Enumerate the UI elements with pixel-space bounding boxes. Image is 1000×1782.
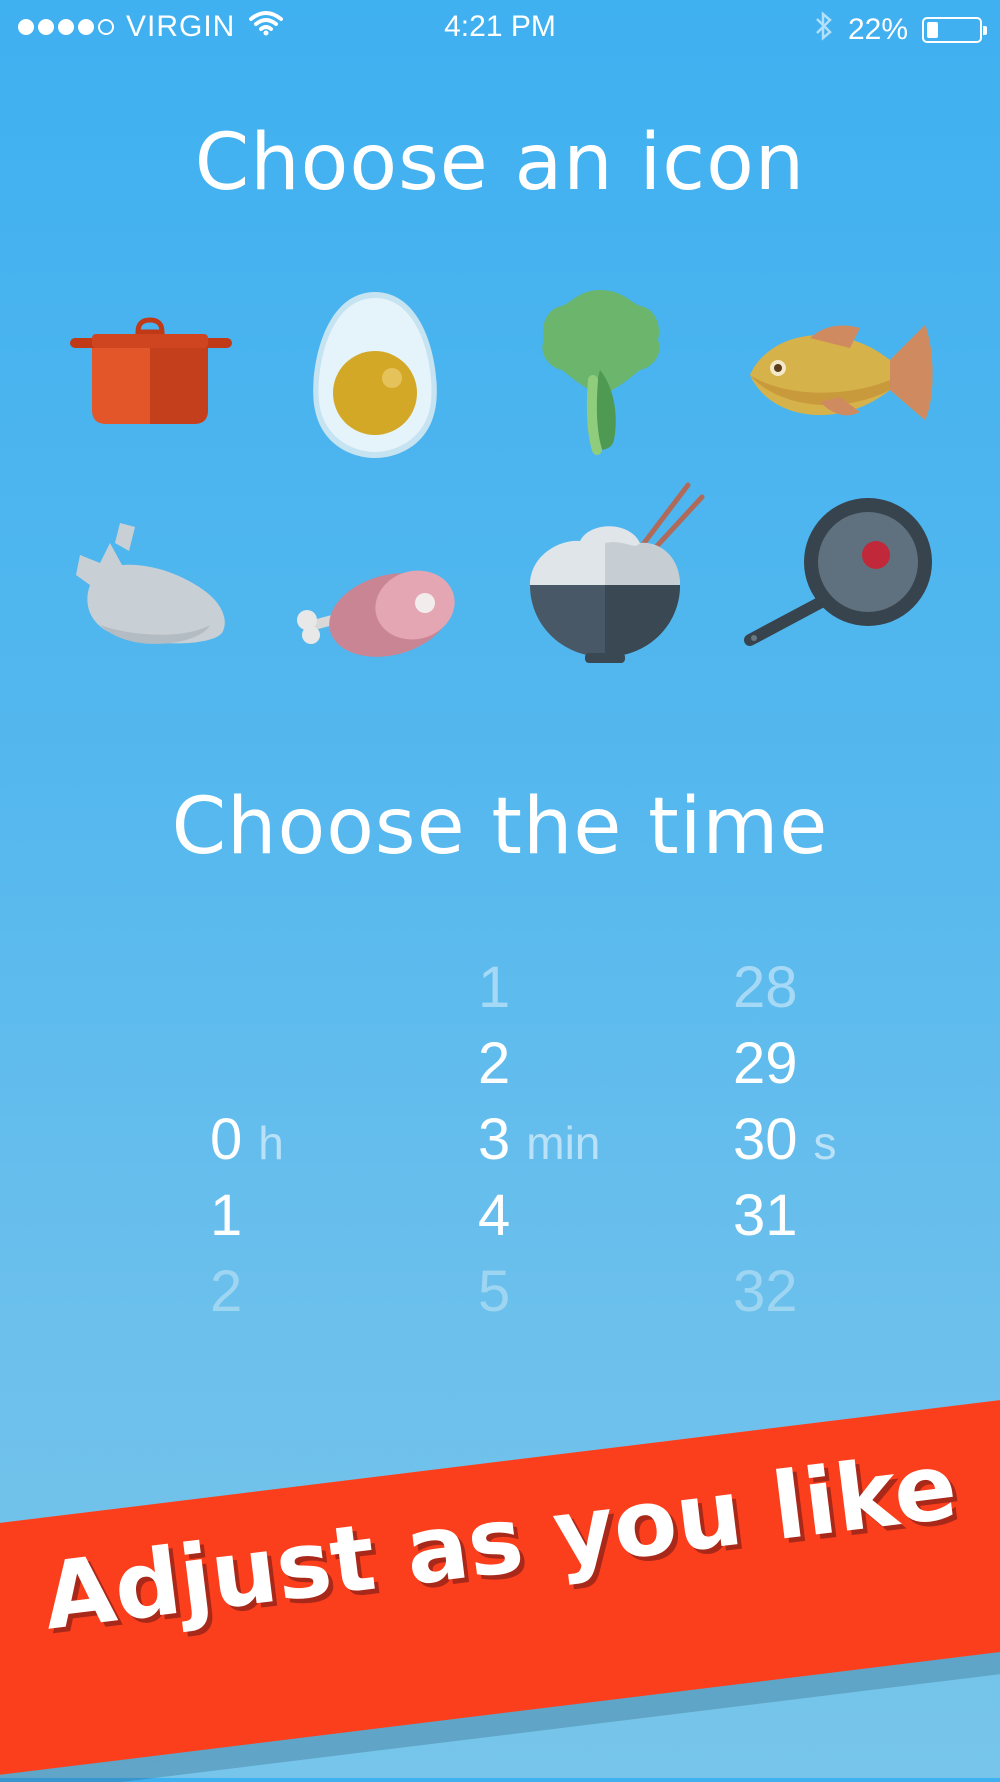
bluetooth-icon xyxy=(814,10,834,50)
hours-value[interactable]: 1 xyxy=(210,1178,284,1254)
minutes-value[interactable]: 1 xyxy=(478,950,600,1026)
status-right: 22% xyxy=(814,10,987,50)
boiled-egg-icon[interactable] xyxy=(280,280,470,470)
hours-value[interactable] xyxy=(210,1026,284,1102)
ham-icon[interactable] xyxy=(285,505,475,695)
minutes-value[interactable]: 5 xyxy=(478,1254,600,1330)
pot-icon[interactable] xyxy=(55,290,245,480)
battery-icon xyxy=(922,17,987,43)
status-bar: VIRGIN 4:21 PM 22% xyxy=(0,0,1000,56)
seconds-value[interactable]: 28 xyxy=(733,950,837,1026)
battery-percent: 22% xyxy=(847,13,908,46)
seconds-column[interactable]: 28 29 30 s 31 32 xyxy=(733,950,837,1330)
frying-pan-icon[interactable] xyxy=(740,490,932,680)
icon-grid xyxy=(0,290,1000,690)
seconds-value[interactable]: 31 xyxy=(733,1178,837,1254)
minutes-value[interactable]: 2 xyxy=(478,1026,600,1102)
hours-value[interactable] xyxy=(210,950,284,1026)
fish-icon[interactable] xyxy=(740,290,933,480)
rice-bowl-icon[interactable] xyxy=(510,475,705,665)
seconds-selected-value[interactable]: 30 xyxy=(733,1107,798,1172)
time-picker[interactable]: 0h 1 2 1 2 3 min 4 5 28 29 30 s 31 32 xyxy=(0,950,1000,1340)
seconds-value[interactable]: 32 xyxy=(733,1254,837,1330)
hours-column[interactable]: 0h 1 2 xyxy=(210,950,284,1330)
time-section-title: Choose the time xyxy=(171,782,829,872)
seconds-unit: s xyxy=(813,1117,837,1169)
icon-section-title: Choose an icon xyxy=(194,118,806,208)
hours-value[interactable]: 2 xyxy=(210,1254,284,1330)
seconds-value[interactable]: 29 xyxy=(733,1026,837,1102)
minutes-selected-value[interactable]: 3 xyxy=(478,1107,510,1172)
minutes-column[interactable]: 1 2 3 min 4 5 xyxy=(478,950,600,1330)
hours-unit: h xyxy=(258,1117,284,1169)
lettuce-icon[interactable] xyxy=(505,280,695,470)
minutes-unit: min xyxy=(526,1117,601,1169)
hours-selected-value[interactable]: 0 xyxy=(210,1107,242,1172)
chicken-icon[interactable] xyxy=(60,495,250,685)
minutes-value[interactable]: 4 xyxy=(478,1178,600,1254)
